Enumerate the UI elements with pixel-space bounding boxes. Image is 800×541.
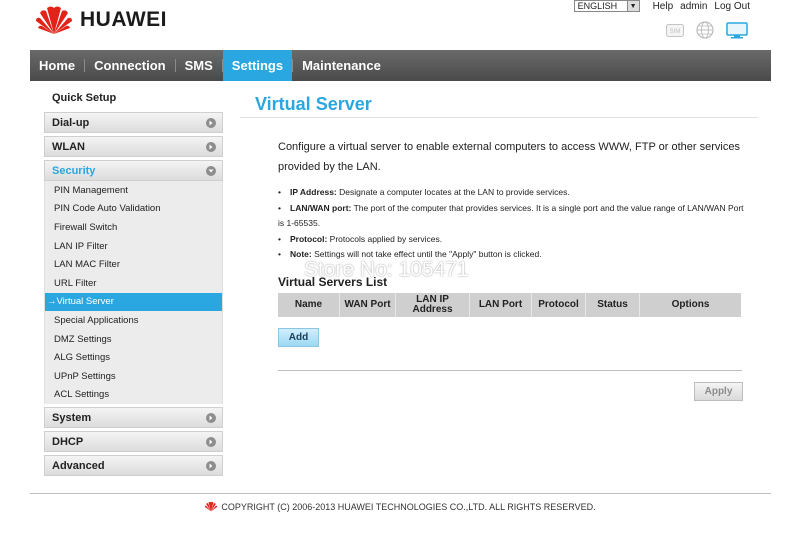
language-select[interactable]: ENGLISH ▼: [573, 0, 640, 12]
sidebar-item-alg-settings[interactable]: ALG Settings: [45, 348, 222, 367]
sim-icon: SIM: [666, 23, 684, 37]
footer-divider: [30, 493, 771, 494]
bullet-protocol: • Protocol: Protocols applied by services…: [278, 233, 443, 244]
sidebar-item-pin-management[interactable]: PIN Management: [45, 181, 222, 200]
sidebar-item-dmz-settings[interactable]: DMZ Settings: [45, 330, 222, 349]
chevron-right-icon: [206, 460, 216, 471]
virtual-servers-table-header: Name WAN Port LAN IP Address LAN Port Pr…: [278, 293, 741, 317]
sidebar-section-security[interactable]: Security: [44, 160, 223, 181]
huawei-flower-icon: [205, 501, 218, 512]
chevron-down-icon: [206, 165, 216, 176]
sidebar-section-label: Advanced: [52, 459, 105, 472]
brand-name: HUAWEI: [80, 8, 167, 31]
chevron-right-icon: [206, 117, 216, 128]
column-header-protocol: Protocol: [532, 293, 586, 317]
column-header-lan-ip-address: LAN IP Address: [396, 293, 470, 317]
sidebar-section-label: Security: [52, 164, 96, 177]
intro-text: Configure a virtual server to enable ext…: [278, 141, 740, 173]
apply-button[interactable]: Apply: [694, 382, 743, 401]
sidebar-item-virtual-server[interactable]: →Virtual Server: [45, 292, 222, 312]
chevron-right-icon: [206, 141, 216, 152]
bullet-ip-address: • IP Address: Designate a computer locate…: [278, 187, 570, 197]
sidebar-item-lan-ip-filter[interactable]: LAN IP Filter: [45, 237, 222, 256]
sidebar-section-wlan[interactable]: WLAN: [44, 136, 223, 157]
nav-home[interactable]: Home: [30, 50, 84, 81]
sidebar-section-label: DHCP: [52, 435, 84, 448]
sidebar-item-special-applications[interactable]: Special Applications: [45, 311, 222, 330]
nav-settings[interactable]: Settings: [222, 50, 293, 81]
help-bullets: • IP Address: Designate a computer locate…: [278, 185, 748, 263]
language-value: ENGLISH: [577, 1, 618, 11]
nav-sms[interactable]: SMS: [176, 50, 222, 81]
page-title: Virtual Server: [255, 94, 372, 114]
sidebar-item-lan-mac-filter[interactable]: LAN MAC Filter: [45, 255, 222, 274]
sidebar-section-system[interactable]: System: [44, 407, 223, 429]
security-submenu: PIN Management PIN Code Auto Validation …: [44, 181, 223, 405]
sidebar-section-dhcp[interactable]: DHCP: [44, 431, 223, 453]
sidebar: Quick Setup Dial-up WLAN Security PIN Ma…: [44, 88, 223, 477]
column-header-lan-port: LAN Port: [470, 293, 532, 317]
globe-icon: [696, 21, 714, 39]
column-header-options: Options: [671, 299, 710, 310]
bullet-lan-wan-port: • LAN/WAN port: The port of the computer …: [278, 202, 744, 229]
chevron-down-icon[interactable]: ▼: [626, 1, 639, 11]
column-header-status: Status: [586, 293, 640, 317]
help-link[interactable]: Help: [653, 1, 674, 12]
sidebar-section-label: System: [52, 411, 92, 424]
sidebar-item-url-filter[interactable]: URL Filter: [45, 274, 222, 293]
add-button[interactable]: Add: [278, 328, 319, 347]
sim-label: SIM: [670, 29, 681, 35]
content-divider: [278, 370, 742, 371]
sidebar-item-upnp-settings[interactable]: UPnP Settings: [45, 367, 222, 386]
admin-link[interactable]: admin: [680, 1, 707, 12]
title-divider: [240, 117, 758, 118]
logout-link[interactable]: Log Out: [714, 1, 750, 12]
huawei-flower-icon: [36, 6, 72, 35]
sidebar-item-acl-settings[interactable]: ACL Settings: [45, 386, 222, 405]
huawei-logo: HUAWEI: [34, 4, 167, 36]
top-links: ENGLISH ▼ Help admin Log Out: [573, 0, 750, 12]
chevron-right-icon: [206, 412, 216, 423]
monitor-icon: [726, 21, 748, 38]
sidebar-section-advanced[interactable]: Advanced: [44, 455, 223, 477]
sidebar-section-label: Dial-up: [52, 116, 90, 129]
sidebar-item-firewall-switch[interactable]: Firewall Switch: [45, 218, 222, 237]
sidebar-item-pin-auto-validation[interactable]: PIN Code Auto Validation: [45, 200, 222, 219]
sidebar-section-dial-up[interactable]: Dial-up: [44, 112, 223, 133]
nav-maintenance[interactable]: Maintenance: [293, 50, 390, 81]
copyright-text: COPYRIGHT (C) 2006-2013 HUAWEI TECHNOLOG…: [221, 501, 596, 512]
nav-connection[interactable]: Connection: [85, 50, 175, 81]
column-header-name: Name: [278, 293, 340, 317]
status-icons: SIM: [666, 21, 748, 39]
sidebar-quick-setup[interactable]: Quick Setup: [44, 88, 223, 109]
main-nav: Home Connection SMS Settings Maintenance: [30, 50, 771, 81]
column-header-wan-port: WAN Port: [340, 293, 396, 317]
list-title: Virtual Servers List: [278, 275, 388, 289]
chevron-right-icon: [206, 436, 216, 447]
sidebar-section-label: WLAN: [52, 140, 85, 153]
footer: COPYRIGHT (C) 2006-2013 HUAWEI TECHNOLOG…: [0, 501, 800, 512]
